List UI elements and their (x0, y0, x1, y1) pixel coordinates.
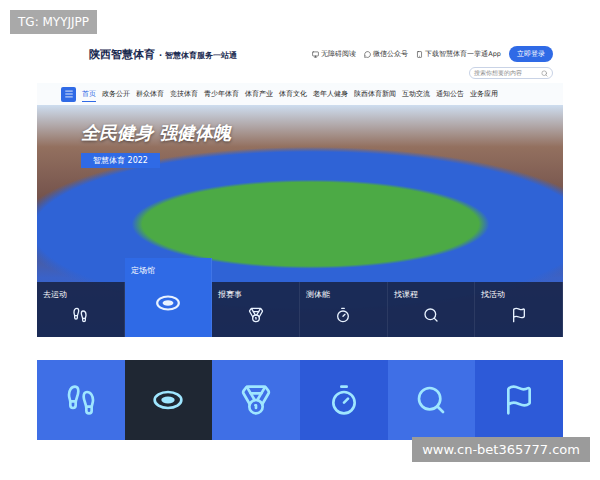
stadium-icon (155, 290, 181, 316)
watermark: TG: MYYJJPP (10, 10, 97, 34)
login-button[interactable]: 立即登录 (509, 46, 553, 62)
hero-banner: 全民健身 强健体魄智慧体育 2022 去运动 定场馆报赛事 测体能 找课程 找活动 (37, 105, 563, 337)
icon-strip (37, 360, 563, 440)
nav-item[interactable]: 互动交流 (402, 87, 430, 102)
service-tile[interactable]: 定场馆 (125, 258, 213, 337)
strip-tile[interactable] (125, 360, 213, 440)
medal-icon (240, 384, 272, 416)
service-tiles: 去运动 定场馆报赛事 测体能 找课程 找活动 (37, 258, 563, 337)
nav-item[interactable]: 竞技体育 (170, 87, 198, 102)
medal-icon (248, 307, 264, 323)
service-tile[interactable]: 测体能 (300, 282, 388, 337)
page: TG: MYYJJPP 陕西智慧体育 · 智慧体育服务一站通 无障碍阅读微信公众号下载… (0, 0, 600, 480)
phone-icon (416, 51, 423, 58)
tile-label: 定场馆 (131, 265, 206, 276)
header-links: 无障碍阅读微信公众号下载智慧体育一掌通App 立即登录 (312, 46, 553, 62)
logo-slogan: · 智慧体育服务一站通 (159, 50, 237, 61)
stopwatch-icon (328, 384, 360, 416)
header-link[interactable]: 无障碍阅读 (312, 50, 356, 59)
strip-tile[interactable] (475, 360, 563, 440)
strip-tile[interactable] (388, 360, 476, 440)
nav-item[interactable]: 政务公开 (102, 87, 130, 102)
search-icon (415, 384, 447, 416)
flag-icon (511, 307, 527, 323)
watermark: www.cn-bet365777.com (412, 437, 590, 462)
service-tile[interactable]: 报赛事 (212, 282, 300, 337)
strip-tile[interactable] (37, 360, 125, 440)
hero-text: 全民健身 强健体魄智慧体育 2022 (37, 121, 563, 168)
header-link[interactable]: 下载智慧体育一掌通App (416, 50, 501, 59)
stadium-icon (152, 384, 184, 416)
hero-badge: 智慧体育 2022 (81, 153, 160, 168)
nav-item[interactable]: 群众体育 (136, 87, 164, 102)
header-row: 陕西智慧体育 · 智慧体育服务一站通 无障碍阅读微信公众号下载智慧体育一掌通App 立… (89, 46, 553, 62)
wechat-icon (364, 51, 371, 58)
strip-tile[interactable] (212, 360, 300, 440)
nav-item[interactable]: 通知公告 (436, 87, 464, 102)
service-tile[interactable]: 去运动 (37, 282, 125, 337)
shoe-icon (72, 307, 88, 323)
tile-label: 找课程 (394, 289, 469, 300)
service-tile[interactable]: 找活动 (475, 282, 563, 337)
menu-button[interactable] (61, 87, 76, 102)
search-icon (541, 70, 548, 77)
service-tile[interactable]: 找课程 (388, 282, 476, 337)
nav-item[interactable]: 老年人健身 (313, 87, 348, 102)
menu-icon (64, 89, 74, 99)
logo[interactable]: 陕西智慧体育 · 智慧体育服务一站通 (89, 47, 237, 62)
website: 陕西智慧体育 · 智慧体育服务一站通 无障碍阅读微信公众号下载智慧体育一掌通App 立… (37, 40, 563, 337)
nav-item[interactable]: 首页 (82, 87, 96, 102)
nav-bar: 首页政务公开群众体育竞技体育青少年体育体育产业体育文化老年人健身陕西体育新闻互动… (37, 83, 563, 105)
flag-icon (503, 384, 535, 416)
search-icon (423, 307, 439, 323)
tile-label: 去运动 (43, 289, 118, 300)
search-field[interactable]: 搜索你想要的内容 (469, 67, 553, 79)
nav-item[interactable]: 青少年体育 (204, 87, 239, 102)
strip-tile[interactable] (300, 360, 388, 440)
logo-title: 陕西智慧体育 (89, 47, 155, 62)
nav-item[interactable]: 业务应用 (470, 87, 498, 102)
nav-item[interactable]: 陕西体育新闻 (354, 87, 396, 102)
header: 陕西智慧体育 · 智慧体育服务一站通 无障碍阅读微信公众号下载智慧体育一掌通App 立… (37, 40, 563, 83)
hero-title: 全民健身 强健体魄 (81, 121, 231, 145)
nav-item[interactable]: 体育产业 (245, 87, 273, 102)
header-link[interactable]: 微信公众号 (364, 50, 408, 59)
shoe-icon (65, 384, 97, 416)
tile-label: 报赛事 (218, 289, 293, 300)
nav-item[interactable]: 体育文化 (279, 87, 307, 102)
tile-label: 测体能 (306, 289, 381, 300)
tile-label: 找活动 (481, 289, 556, 300)
reader-icon (312, 51, 319, 58)
stopwatch-icon (335, 307, 351, 323)
